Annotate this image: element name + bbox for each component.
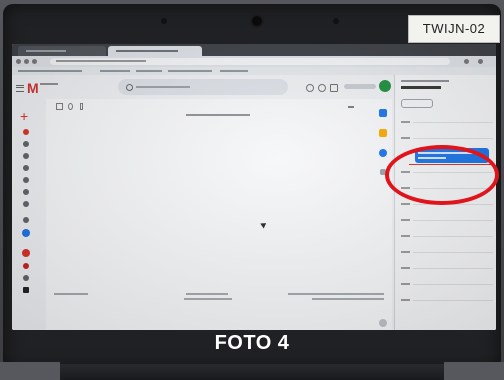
help-icon[interactable] [306,84,314,92]
extension-icon[interactable] [464,59,469,64]
starred-icon[interactable] [23,141,29,147]
refresh-icon[interactable] [68,103,73,110]
gmail-wordmark [40,83,58,85]
bezel-dot [333,18,339,24]
gmail-logo[interactable]: M [27,80,39,96]
search-placeholder [136,86,190,88]
hour-gridline [413,138,493,139]
forward-icon[interactable] [24,59,29,64]
search-icon[interactable] [126,84,133,91]
plus-icon[interactable]: + [20,108,28,124]
drafts-icon[interactable] [23,177,29,183]
address-bar[interactable] [50,58,450,65]
tasks-icon[interactable] [379,149,387,157]
contact-avatar[interactable] [23,263,29,269]
hour-gridline [413,268,493,269]
hour-gridline [413,220,493,221]
gmail-header: M [12,75,394,99]
hour-label [401,299,410,301]
desk-surface [0,362,60,380]
reload-icon[interactable] [32,59,37,64]
hour-label [401,121,410,123]
empty-inbox-message [186,114,250,116]
hour-label [401,283,410,285]
calendar-panel-title [401,80,449,82]
back-icon[interactable] [16,59,21,64]
expand-panel-icon[interactable] [379,319,387,327]
browser-menu-icon[interactable] [478,59,483,64]
last-activity-text [288,293,384,295]
contact-avatar[interactable] [23,275,29,281]
browser-tab[interactable] [18,46,106,56]
bookmark-item[interactable] [100,70,130,72]
bookmarks-bar [12,67,496,75]
calendar-date-heading[interactable] [401,86,441,89]
hour-label [401,203,410,205]
select-all-checkbox[interactable] [56,103,63,110]
snoozed-icon[interactable] [23,153,29,159]
calendar-icon[interactable] [379,109,387,117]
hangouts-user-icon[interactable] [22,229,30,237]
laptop-base [24,364,480,380]
mail-list-area [46,99,392,330]
avatar[interactable] [379,80,391,92]
keep-icon[interactable] [379,129,387,137]
hour-label [401,267,410,269]
apps-grid-icon[interactable] [23,287,29,293]
gear-icon[interactable] [318,84,326,92]
side-panel-rail [374,97,394,330]
storage-usage [54,293,88,295]
more-icon[interactable] [23,189,29,195]
more-actions-icon[interactable] [80,103,83,110]
contact-avatar[interactable] [22,249,30,257]
inbox-icon[interactable] [23,129,29,135]
hamburger-menu-icon[interactable] [16,85,24,92]
hour-label [401,137,410,139]
sent-icon[interactable] [23,165,29,171]
hour-label [401,219,410,221]
bookmark-item[interactable] [136,70,162,72]
language-selector[interactable] [348,106,354,108]
bookmark-item[interactable] [220,70,248,72]
bookmark-item[interactable] [168,70,212,72]
account-switcher[interactable] [344,84,376,89]
powered-by-google [184,298,232,300]
hour-gridline [413,236,493,237]
browser-toolbar [12,56,496,67]
hour-gridline [413,122,493,123]
hour-label [401,251,410,253]
laptop-label-sticker: TWIJN-02 [408,15,500,43]
browser-tab-active[interactable] [108,46,202,56]
program-policies-link[interactable] [186,293,228,295]
hour-label [401,235,410,237]
browser-tab-strip [12,44,496,56]
chat-icon[interactable] [23,217,29,223]
desk-surface [444,362,504,380]
bookmark-item[interactable] [18,70,82,72]
hour-gridline [413,284,493,285]
apps-grid-icon[interactable] [330,84,338,92]
bezel-dot [161,18,167,24]
hour-gridline [413,300,493,301]
photo-caption: FOTO 4 [214,332,290,354]
today-button[interactable] [401,99,433,108]
video-meet-icon[interactable] [23,201,29,207]
highlight-circle [385,145,499,205]
hour-gridline [413,252,493,253]
webcam-icon [252,16,262,26]
